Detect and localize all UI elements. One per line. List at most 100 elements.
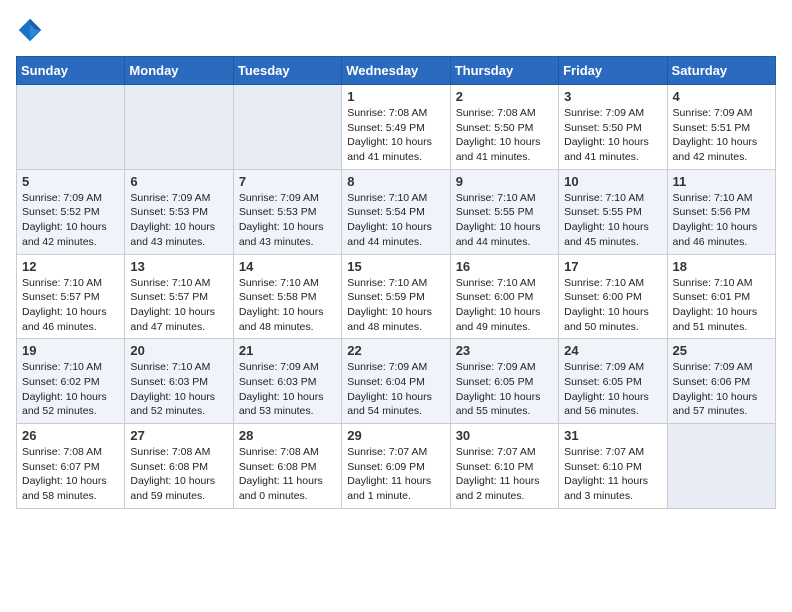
day-number: 11 xyxy=(673,174,770,189)
day-info: Sunrise: 7:10 AMSunset: 5:55 PMDaylight:… xyxy=(456,191,553,250)
day-header-tuesday: Tuesday xyxy=(233,57,341,85)
calendar-cell: 29Sunrise: 7:07 AMSunset: 6:09 PMDayligh… xyxy=(342,424,450,509)
day-info: Sunrise: 7:10 AMSunset: 5:59 PMDaylight:… xyxy=(347,276,444,335)
day-number: 3 xyxy=(564,89,661,104)
calendar-cell: 20 Sunrise: 7:10 AMSunset: 6:03 PMDayligh… xyxy=(125,339,233,424)
day-number: 31 xyxy=(564,428,661,443)
day-info: Sunrise: 7:10 AMSunset: 6:01 PMDaylight:… xyxy=(673,276,770,335)
calendar-cell: 12 Sunrise: 7:10 AMSunset: 5:57 PMDayligh… xyxy=(17,254,125,339)
calendar-cell: 13 Sunrise: 7:10 AMSunset: 5:57 PMDayligh… xyxy=(125,254,233,339)
day-info: Sunrise: 7:10 AMSunset: 5:55 PMDaylight:… xyxy=(564,191,661,250)
calendar-cell: 15 Sunrise: 7:10 AMSunset: 5:59 PMDayligh… xyxy=(342,254,450,339)
page-header xyxy=(16,16,776,44)
calendar-cell: 16 Sunrise: 7:10 AMSunset: 6:00 PMDayligh… xyxy=(450,254,558,339)
calendar-cell: 4 Sunrise: 7:09 AMSunset: 5:51 PMDaylight… xyxy=(667,85,775,170)
calendar-table: SundayMondayTuesdayWednesdayThursdayFrid… xyxy=(16,56,776,509)
day-header-sunday: Sunday xyxy=(17,57,125,85)
day-number: 25 xyxy=(673,343,770,358)
day-info: Sunrise: 7:07 AMSunset: 6:10 PMDaylight:… xyxy=(456,445,553,504)
day-number: 10 xyxy=(564,174,661,189)
day-info: Sunrise: 7:09 AMSunset: 5:50 PMDaylight:… xyxy=(564,106,661,165)
calendar-cell: 2Sunrise: 7:08 AMSunset: 5:50 PMDaylight… xyxy=(450,85,558,170)
day-number: 19 xyxy=(22,343,119,358)
logo xyxy=(16,16,48,44)
day-number: 24 xyxy=(564,343,661,358)
day-info: Sunrise: 7:09 AMSunset: 5:53 PMDaylight:… xyxy=(239,191,336,250)
day-info: Sunrise: 7:09 AMSunset: 6:03 PMDaylight:… xyxy=(239,360,336,419)
calendar-cell: 19 Sunrise: 7:10 AMSunset: 6:02 PMDayligh… xyxy=(17,339,125,424)
day-number: 17 xyxy=(564,259,661,274)
day-info: Sunrise: 7:08 AMSunset: 6:08 PMDaylight:… xyxy=(130,445,227,504)
day-number: 30 xyxy=(456,428,553,443)
calendar-cell xyxy=(667,424,775,509)
day-number: 27 xyxy=(130,428,227,443)
calendar-cell: 9 Sunrise: 7:10 AMSunset: 5:55 PMDaylight… xyxy=(450,169,558,254)
day-header-thursday: Thursday xyxy=(450,57,558,85)
day-number: 4 xyxy=(673,89,770,104)
day-info: Sunrise: 7:10 AMSunset: 5:56 PMDaylight:… xyxy=(673,191,770,250)
calendar-cell xyxy=(233,85,341,170)
day-info: Sunrise: 7:09 AMSunset: 6:05 PMDaylight:… xyxy=(564,360,661,419)
day-number: 1 xyxy=(347,89,444,104)
day-info: Sunrise: 7:10 AMSunset: 6:00 PMDaylight:… xyxy=(564,276,661,335)
day-info: Sunrise: 7:08 AMSunset: 6:07 PMDaylight:… xyxy=(22,445,119,504)
day-number: 9 xyxy=(456,174,553,189)
day-number: 21 xyxy=(239,343,336,358)
day-number: 2 xyxy=(456,89,553,104)
calendar-week-row: 1 Sunrise: 7:08 AMSunset: 5:49 PMDaylight… xyxy=(17,85,776,170)
calendar-week-row: 12 Sunrise: 7:10 AMSunset: 5:57 PMDayligh… xyxy=(17,254,776,339)
day-info: Sunrise: 7:10 AMSunset: 5:57 PMDaylight:… xyxy=(130,276,227,335)
day-header-monday: Monday xyxy=(125,57,233,85)
calendar-week-row: 19 Sunrise: 7:10 AMSunset: 6:02 PMDayligh… xyxy=(17,339,776,424)
calendar-cell: 30 Sunrise: 7:07 AMSunset: 6:10 PMDayligh… xyxy=(450,424,558,509)
calendar-week-row: 5Sunrise: 7:09 AMSunset: 5:52 PMDaylight… xyxy=(17,169,776,254)
calendar-cell: 23 Sunrise: 7:09 AMSunset: 6:05 PMDayligh… xyxy=(450,339,558,424)
day-info: Sunrise: 7:09 AMSunset: 6:05 PMDaylight:… xyxy=(456,360,553,419)
day-info: Sunrise: 7:09 AMSunset: 6:06 PMDaylight:… xyxy=(673,360,770,419)
calendar-cell: 27 Sunrise: 7:08 AMSunset: 6:08 PMDayligh… xyxy=(125,424,233,509)
day-header-friday: Friday xyxy=(559,57,667,85)
calendar-cell: 21 Sunrise: 7:09 AMSunset: 6:03 PMDayligh… xyxy=(233,339,341,424)
calendar-cell: 28 Sunrise: 7:08 AMSunset: 6:08 PMDayligh… xyxy=(233,424,341,509)
day-info: Sunrise: 7:10 AMSunset: 5:54 PMDaylight:… xyxy=(347,191,444,250)
day-info: Sunrise: 7:10 AMSunset: 6:00 PMDaylight:… xyxy=(456,276,553,335)
calendar-cell: 3 Sunrise: 7:09 AMSunset: 5:50 PMDaylight… xyxy=(559,85,667,170)
day-info: Sunrise: 7:09 AMSunset: 5:52 PMDaylight:… xyxy=(22,191,119,250)
logo-icon xyxy=(16,16,44,44)
day-number: 6 xyxy=(130,174,227,189)
day-number: 12 xyxy=(22,259,119,274)
day-info: Sunrise: 7:10 AMSunset: 5:57 PMDaylight:… xyxy=(22,276,119,335)
day-number: 23 xyxy=(456,343,553,358)
calendar-cell: 10 Sunrise: 7:10 AMSunset: 5:55 PMDayligh… xyxy=(559,169,667,254)
day-info: Sunrise: 7:07 AMSunset: 6:09 PMDaylight:… xyxy=(347,445,444,504)
calendar-cell: 6Sunrise: 7:09 AMSunset: 5:53 PMDaylight… xyxy=(125,169,233,254)
day-info: Sunrise: 7:10 AMSunset: 6:02 PMDaylight:… xyxy=(22,360,119,419)
day-number: 15 xyxy=(347,259,444,274)
calendar-cell: 1 Sunrise: 7:08 AMSunset: 5:49 PMDaylight… xyxy=(342,85,450,170)
day-number: 26 xyxy=(22,428,119,443)
day-info: Sunrise: 7:10 AMSunset: 5:58 PMDaylight:… xyxy=(239,276,336,335)
calendar-cell: 18 Sunrise: 7:10 AMSunset: 6:01 PMDayligh… xyxy=(667,254,775,339)
day-header-wednesday: Wednesday xyxy=(342,57,450,85)
calendar-cell: 5Sunrise: 7:09 AMSunset: 5:52 PMDaylight… xyxy=(17,169,125,254)
day-number: 18 xyxy=(673,259,770,274)
day-number: 13 xyxy=(130,259,227,274)
day-number: 28 xyxy=(239,428,336,443)
calendar-cell: 14Sunrise: 7:10 AMSunset: 5:58 PMDayligh… xyxy=(233,254,341,339)
calendar-cell: 24 Sunrise: 7:09 AMSunset: 6:05 PMDayligh… xyxy=(559,339,667,424)
calendar-cell xyxy=(17,85,125,170)
calendar-header-row: SundayMondayTuesdayWednesdayThursdayFrid… xyxy=(17,57,776,85)
calendar-cell: 26 Sunrise: 7:08 AMSunset: 6:07 PMDayligh… xyxy=(17,424,125,509)
day-info: Sunrise: 7:08 AMSunset: 6:08 PMDaylight:… xyxy=(239,445,336,504)
calendar-cell: 31 Sunrise: 7:07 AMSunset: 6:10 PMDayligh… xyxy=(559,424,667,509)
day-number: 22 xyxy=(347,343,444,358)
calendar-cell: 11 Sunrise: 7:10 AMSunset: 5:56 PMDayligh… xyxy=(667,169,775,254)
calendar-cell: 17 Sunrise: 7:10 AMSunset: 6:00 PMDayligh… xyxy=(559,254,667,339)
day-info: Sunrise: 7:08 AMSunset: 5:49 PMDaylight:… xyxy=(347,106,444,165)
day-number: 16 xyxy=(456,259,553,274)
day-info: Sunrise: 7:10 AMSunset: 6:03 PMDaylight:… xyxy=(130,360,227,419)
day-number: 20 xyxy=(130,343,227,358)
day-info: Sunrise: 7:07 AMSunset: 6:10 PMDaylight:… xyxy=(564,445,661,504)
day-info: Sunrise: 7:09 AMSunset: 5:51 PMDaylight:… xyxy=(673,106,770,165)
day-number: 7 xyxy=(239,174,336,189)
